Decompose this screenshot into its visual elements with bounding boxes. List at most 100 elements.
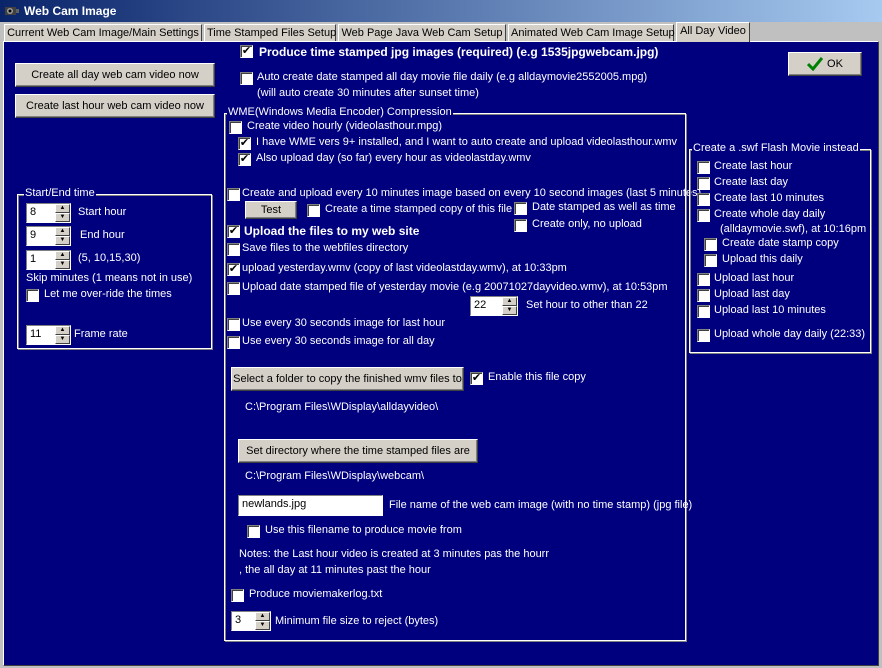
start-end-group: Start/End time 8 ▲ ▼ Start hour 9 ▲ ▼ End … bbox=[17, 187, 212, 349]
every30-hour-label: Use every 30 seconds image for last hour bbox=[242, 317, 445, 329]
swf-up-last-day-label: Upload last day bbox=[714, 288, 790, 300]
swf-whole-day-note: (alldaymovie.swf), at 10:16pm bbox=[720, 223, 867, 235]
auto-create-checkbox[interactable] bbox=[240, 72, 253, 85]
spin-up-icon[interactable]: ▲ bbox=[55, 251, 70, 260]
all-day-video-panel: ✔ Produce time stamped jpg images (requi… bbox=[3, 41, 879, 666]
spin-down-icon[interactable]: ▼ bbox=[55, 335, 70, 344]
wme-group: WME(Windows Media Encoder) Compression C… bbox=[224, 106, 701, 641]
moviemaker-checkbox[interactable] bbox=[231, 589, 244, 602]
tab-animated[interactable]: Animated Web Cam Image Setup bbox=[508, 24, 675, 42]
webcam-icon bbox=[5, 7, 19, 15]
tab-main-settings[interactable]: Current Web Cam Image/Main Settings bbox=[4, 24, 202, 42]
upload-yesterday-checkbox[interactable]: ✔ bbox=[227, 263, 240, 276]
swf-last-hour-checkbox[interactable] bbox=[697, 161, 710, 174]
swf-up-last-day-checkbox[interactable] bbox=[697, 289, 710, 302]
notes-line-2: , the all day at 11 minutes past the hou… bbox=[239, 564, 431, 576]
swf-date-copy-checkbox[interactable] bbox=[704, 238, 717, 251]
use-filename-checkbox[interactable] bbox=[247, 525, 260, 538]
override-label: Let me over-ride the times bbox=[44, 288, 172, 300]
swf-last-day-label: Create last day bbox=[714, 176, 788, 188]
frame-rate-spinner[interactable]: 11 ▲ ▼ bbox=[26, 325, 71, 345]
skip-minutes-value: 1 bbox=[30, 253, 37, 265]
spin-up-icon[interactable]: ▲ bbox=[55, 204, 70, 213]
enable-copy-checkbox[interactable]: ✔ bbox=[470, 372, 483, 385]
filename-label: File name of the web cam image (with no … bbox=[389, 499, 693, 511]
tab-time-stamped[interactable]: Time Stamped Files Setup bbox=[204, 24, 336, 42]
swf-up-last-10-checkbox[interactable] bbox=[697, 305, 710, 318]
folder-path: C:\Program Files\WDisplay\alldayvideo\ bbox=[245, 401, 439, 413]
produce-jpg-checkbox[interactable]: ✔ bbox=[240, 45, 253, 58]
spin-down-icon[interactable]: ▼ bbox=[55, 236, 70, 245]
save-webfiles-checkbox[interactable] bbox=[227, 243, 240, 256]
skip-minutes-spinner[interactable]: 1 ▲ ▼ bbox=[26, 250, 71, 270]
create-only-checkbox[interactable] bbox=[514, 219, 527, 232]
spin-up-icon[interactable]: ▲ bbox=[502, 297, 517, 306]
upload-files-checkbox[interactable]: ✔ bbox=[227, 225, 240, 238]
filename-input[interactable]: newlands.jpg bbox=[238, 495, 383, 516]
app-window: Web Cam Image Current Web Cam Image/Main… bbox=[0, 0, 882, 668]
swf-up-last-10-label: Upload last 10 minutes bbox=[714, 304, 826, 316]
ts-copy-checkbox[interactable] bbox=[307, 204, 320, 217]
spin-down-icon[interactable]: ▼ bbox=[255, 621, 270, 630]
spin-up-icon[interactable]: ▲ bbox=[55, 326, 70, 335]
hour-label: Set hour to other than 22 bbox=[526, 299, 648, 311]
also-upload-checkbox[interactable]: ✔ bbox=[238, 153, 251, 166]
tab-java-webcam[interactable]: Web Page Java Web Cam Setup bbox=[338, 24, 506, 42]
select-folder-button[interactable]: Select a folder to copy the finished wmv… bbox=[231, 367, 464, 391]
start-hour-value: 8 bbox=[30, 206, 37, 218]
hour-value: 22 bbox=[474, 299, 487, 311]
skip-label: Skip minutes (1 means not in use) bbox=[26, 272, 193, 284]
end-hour-value: 9 bbox=[30, 229, 37, 241]
upload-date-stamped-label: Upload date stamped file of yesterday mo… bbox=[242, 281, 668, 293]
start-hour-spinner[interactable]: 8 ▲ ▼ bbox=[26, 203, 71, 223]
spin-down-icon[interactable]: ▼ bbox=[502, 306, 517, 315]
swf-whole-day-label: Create whole day daily bbox=[714, 208, 826, 220]
produce-jpg-label: Produce time stamped jpg images (require… bbox=[259, 45, 659, 59]
upload-date-stamped-checkbox[interactable] bbox=[227, 282, 240, 295]
enable-copy-label: Enable this file copy bbox=[488, 371, 586, 383]
use-filename-label: Use this filename to produce movie from bbox=[265, 524, 462, 536]
min-size-spinner[interactable]: 3 ▲ ▼ bbox=[231, 611, 271, 631]
every30-hour-checkbox[interactable] bbox=[227, 318, 240, 331]
spin-up-icon[interactable]: ▲ bbox=[55, 227, 70, 236]
end-hour-spinner[interactable]: 9 ▲ ▼ bbox=[26, 226, 71, 246]
create-hourly-checkbox[interactable] bbox=[229, 121, 242, 134]
start-end-group-title: Start/End time bbox=[24, 187, 96, 199]
every30-day-label: Use every 30 seconds image for all day bbox=[242, 335, 435, 347]
spin-down-icon[interactable]: ▼ bbox=[55, 260, 70, 269]
frame-rate-value: 11 bbox=[30, 328, 42, 340]
swf-last-day-checkbox[interactable] bbox=[697, 177, 710, 190]
spin-up-icon[interactable]: ▲ bbox=[255, 612, 270, 621]
end-hour-label: End hour bbox=[80, 229, 125, 241]
directory-path: C:\Program Files\WDisplay\webcam\ bbox=[245, 470, 425, 482]
create-last-hour-button[interactable]: Create last hour web cam video now bbox=[15, 94, 215, 118]
every30-day-checkbox[interactable] bbox=[227, 336, 240, 349]
wme-group-title: WME(Windows Media Encoder) Compression bbox=[227, 106, 453, 118]
have-wme-checkbox[interactable]: ✔ bbox=[238, 137, 251, 150]
swf-up-last-hour-label: Upload last hour bbox=[714, 272, 795, 284]
swf-last-10-checkbox[interactable] bbox=[697, 193, 710, 206]
moviemaker-label: Produce moviemakerlog.txt bbox=[249, 588, 383, 600]
override-checkbox[interactable] bbox=[26, 289, 39, 302]
swf-up-last-hour-checkbox[interactable] bbox=[697, 273, 710, 286]
every10-checkbox[interactable] bbox=[227, 188, 240, 201]
min-size-value: 3 bbox=[235, 614, 242, 626]
swf-up-whole-day-checkbox[interactable] bbox=[697, 329, 710, 342]
tab-all-day-video[interactable]: All Day Video bbox=[676, 22, 750, 42]
min-size-label: Minimum file size to reject (bytes) bbox=[275, 615, 439, 627]
swf-whole-day-checkbox[interactable] bbox=[697, 209, 710, 222]
date-stamped-checkbox[interactable] bbox=[514, 202, 527, 215]
notes-line-1: Notes: the Last hour video is created at… bbox=[239, 548, 550, 560]
spin-down-icon[interactable]: ▼ bbox=[55, 213, 70, 222]
test-button[interactable]: Test bbox=[245, 201, 297, 219]
auto-create-note: (will auto create 30 minutes after sunse… bbox=[257, 87, 479, 99]
swf-group: Create a .swf Flash Movie instead Create… bbox=[689, 142, 871, 353]
checkmark-icon bbox=[806, 57, 824, 72]
set-directory-button[interactable]: Set directory where the time stamped fil… bbox=[238, 439, 478, 463]
create-all-day-button[interactable]: Create all day web cam video now bbox=[15, 63, 215, 87]
hour-spinner[interactable]: 22 ▲ ▼ bbox=[470, 296, 518, 316]
swf-date-copy-label: Create date stamp copy bbox=[722, 237, 839, 249]
save-webfiles-label: Save files to the webfiles directory bbox=[242, 242, 409, 254]
swf-upload-daily-checkbox[interactable] bbox=[704, 254, 717, 267]
ok-button[interactable]: OK bbox=[788, 52, 862, 76]
